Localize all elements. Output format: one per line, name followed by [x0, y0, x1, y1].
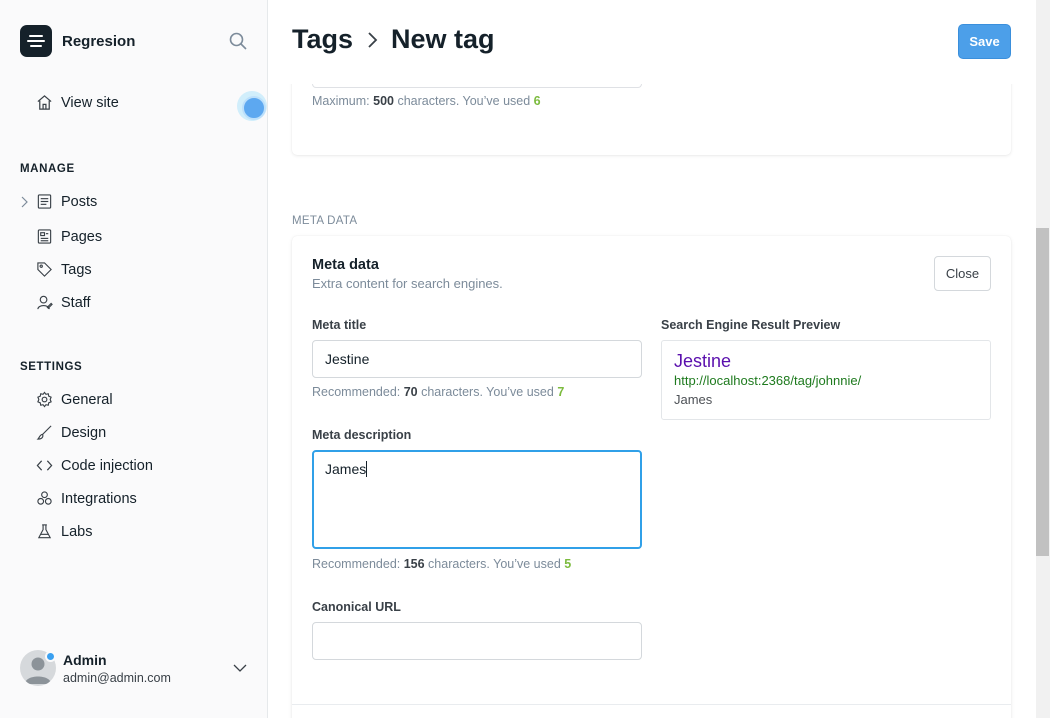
posts-icon: [37, 194, 52, 209]
meta-description-label: Meta description: [312, 428, 412, 442]
sidebar-item-pages[interactable]: Pages: [36, 228, 102, 245]
home-icon: [37, 95, 52, 110]
manage-heading: MANAGE: [20, 163, 75, 175]
brush-icon: [36, 425, 52, 440]
meta-title-counter: Recommended: 70 characters. You’ve used …: [312, 385, 565, 399]
meta-data-section-label: META DATA: [292, 215, 358, 227]
site-logo-icon: [20, 25, 52, 57]
online-status-dot: [45, 651, 56, 662]
site-name: Regresion: [62, 32, 136, 50]
scrollbar-thumb[interactable]: [1036, 228, 1049, 556]
card-title: Meta data: [312, 257, 379, 273]
main-content: Maximum: 500 characters. You’ve used 6 T…: [268, 0, 1050, 718]
text-caret: [366, 461, 368, 477]
settings-heading: SETTINGS: [20, 361, 83, 373]
sidebar-item-staff[interactable]: Staff: [36, 294, 91, 311]
sidebar-item-design[interactable]: Design: [36, 424, 106, 441]
meta-description-textarea[interactable]: James: [312, 450, 642, 549]
user-menu[interactable]: Admin admin@admin.com: [20, 650, 171, 686]
sidebar-item-code-injection[interactable]: Code injection: [36, 457, 153, 474]
meta-description-value: James: [325, 461, 367, 477]
sidebar-item-posts[interactable]: Posts: [36, 193, 97, 210]
meta-description-counter: Recommended: 156 characters. You’ve used…: [312, 557, 572, 571]
chevron-right-icon: [368, 31, 378, 48]
sidebar: Regresion View site MANAGE Posts Pages T…: [0, 0, 268, 718]
sidebar-item-label: Staff: [61, 294, 91, 311]
sidebar-item-labs[interactable]: Labs: [36, 523, 92, 540]
serp-preview-label: Search Engine Result Preview: [661, 318, 841, 332]
sidebar-item-label: Pages: [61, 228, 103, 245]
serp-url: http://localhost:2368/tag/johnnie/: [674, 373, 862, 388]
save-button[interactable]: Save: [958, 24, 1011, 59]
chevron-down-icon[interactable]: [233, 664, 247, 672]
chevron-right-icon[interactable]: [19, 196, 29, 208]
pages-icon: [37, 229, 52, 244]
meta-title-label: Meta title: [312, 318, 367, 332]
sidebar-item-label: Labs: [61, 523, 93, 540]
sidebar-item-general[interactable]: General: [36, 391, 113, 408]
breadcrumb-tags-link[interactable]: Tags: [292, 24, 353, 55]
sidebar-item-label: Code injection: [61, 457, 153, 474]
divider: [292, 704, 1011, 705]
search-icon[interactable]: [228, 31, 248, 51]
scroll-area: Maximum: 500 characters. You’ve used 6 T…: [268, 0, 1036, 718]
user-email: admin@admin.com: [63, 670, 171, 685]
page-title: New tag: [391, 24, 495, 54]
view-site-label: View site: [61, 94, 119, 111]
serp-description: James: [674, 392, 713, 407]
serp-preview: Jestine http://localhost:2368/tag/johnni…: [661, 340, 991, 420]
brand[interactable]: Regresion: [20, 25, 135, 57]
page-header: Tags New tag Save: [268, 0, 1036, 84]
gear-icon: [37, 391, 52, 408]
sidebar-item-tags[interactable]: Tags: [36, 261, 92, 278]
staff-icon: [37, 295, 53, 310]
description-counter: Maximum: 500 characters. You’ve used 6: [312, 94, 541, 108]
sidebar-item-integrations[interactable]: Integrations: [36, 490, 137, 507]
sidebar-item-label: Design: [61, 424, 107, 441]
breadcrumb: Tags New tag: [292, 24, 495, 55]
sidebar-item-label: Integrations: [61, 490, 137, 507]
tag-icon: [37, 262, 52, 277]
close-button[interactable]: Close: [934, 256, 991, 291]
flask-icon: [37, 524, 52, 539]
canonical-url-label: Canonical URL: [312, 600, 401, 614]
integrations-icon: [37, 491, 52, 505]
code-icon: [36, 460, 53, 471]
meta-data-card: Meta data Extra content for search engin…: [292, 236, 1011, 718]
sidebar-item-label: General: [61, 391, 113, 408]
user-name: Admin: [63, 651, 107, 668]
view-site-link[interactable]: View site: [36, 94, 119, 111]
card-subtitle: Extra content for search engines.: [312, 276, 503, 291]
sidebar-item-label: Posts: [61, 193, 98, 210]
serp-title: Jestine: [674, 351, 732, 371]
sidebar-item-label: Tags: [61, 261, 92, 278]
canonical-url-input[interactable]: [312, 622, 642, 660]
notification-pulse-icon[interactable]: [237, 91, 267, 121]
meta-title-input[interactable]: [312, 340, 642, 378]
